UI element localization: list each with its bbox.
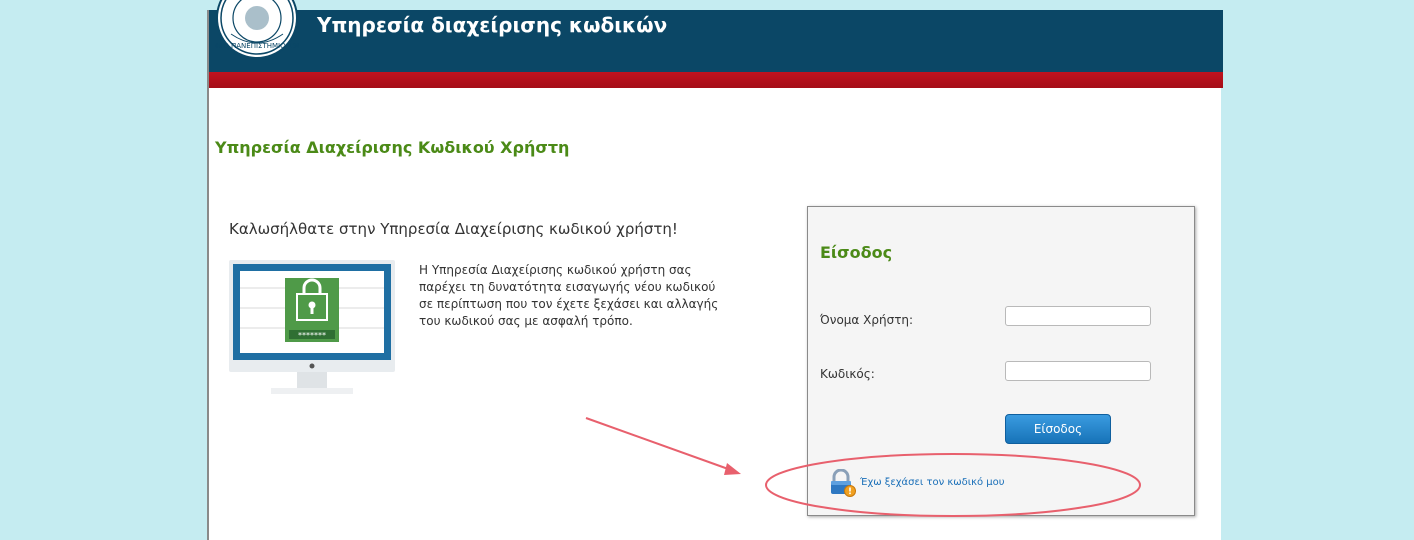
site-title: Υπηρεσία διαχείρισης κωδικών <box>317 13 668 37</box>
svg-text:ΙΟΝΙΟ ΠΑΝΕΠΙΣΤΗΜΙΟ 1984: ΙΟΝΙΟ ΠΑΝΕΠΙΣΤΗΜΙΟ 1984 <box>215 42 299 50</box>
site-header: ΙΟΝΙΟ ΠΑΝΕΠΙΣΤΗΜΙΟ 1984 Υπηρεσία διαχείρ… <box>209 0 1223 72</box>
username-field[interactable] <box>1005 306 1151 326</box>
page-container: ΙΟΝΙΟ ΠΑΝΕΠΙΣΤΗΜΙΟ 1984 Υπηρεσία διαχείρ… <box>207 0 1223 540</box>
monitor-padlock-icon: ******* <box>229 260 395 394</box>
university-seal-icon: ΙΟΝΙΟ ΠΑΝΕΠΙΣΤΗΜΙΟ 1984 <box>215 0 299 59</box>
password-label: Κωδικός: <box>820 367 875 381</box>
login-button[interactable]: Είσοδος <box>1005 414 1111 444</box>
page-title: Υπηρεσία Διαχείρισης Κωδικού Χρήστη <box>215 138 570 157</box>
username-label: Όνομα Χρήστη: <box>820 313 914 327</box>
lock-warning-icon <box>831 469 856 497</box>
login-panel: Είσοδος Όνομα Χρήστη: Κωδικός: Είσοδος Έ… <box>807 206 1195 516</box>
header-stripe <box>209 72 1223 88</box>
service-description: Η Υπηρεσία Διαχείρισης κωδικού χρήστη σα… <box>419 263 719 328</box>
password-field[interactable] <box>1005 361 1151 381</box>
welcome-text: Καλωσήλθατε στην Υπηρεσία Διαχείρισης κω… <box>229 220 678 238</box>
login-title: Είσοδος <box>820 243 893 262</box>
forgot-password-link[interactable]: Έχω ξεχάσει τον κωδικό μου <box>860 477 1005 488</box>
illustration-password-mask: ******* <box>298 331 326 340</box>
